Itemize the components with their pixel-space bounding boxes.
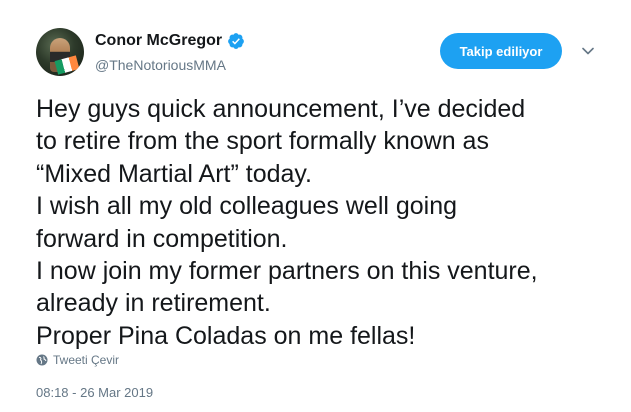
following-button[interactable]: Takip ediliyor xyxy=(440,33,562,69)
tweet-text: Hey guys quick announcement, I’ve decide… xyxy=(36,93,621,352)
tweet-text-line: I wish all my old colleagues well going xyxy=(36,192,458,221)
tweet-text-line: to retire from the sport formally known … xyxy=(36,127,489,156)
verified-badge-icon xyxy=(227,32,245,50)
tweet-text-line: I now join my former partners on this ve… xyxy=(36,257,538,286)
author-name[interactable]: Conor McGregor xyxy=(95,32,222,50)
tweet-timestamp[interactable]: 08:18 - 26 Mar 2019 xyxy=(36,385,153,400)
avatar[interactable] xyxy=(36,28,84,76)
chevron-down-icon[interactable] xyxy=(580,44,596,58)
translate-label[interactable]: Tweeti Çevir xyxy=(53,353,119,367)
author-handle[interactable]: @TheNotoriousMMA xyxy=(95,57,226,73)
tweet-text-line: forward in competition. xyxy=(36,224,288,253)
translate-tweet-link[interactable]: Tweeti Çevir xyxy=(36,353,119,367)
author-name-row[interactable]: Conor McGregor xyxy=(95,32,245,50)
tweet-text-line: Proper Pina Coladas on me fellas! xyxy=(36,321,416,350)
tweet-text-line: already in retirement. xyxy=(36,289,271,318)
tweet-text-line: Hey guys quick announcement, I’ve decide… xyxy=(36,95,526,123)
tweet-text-line: “Mixed Martial Art” today. xyxy=(36,159,313,188)
globe-icon xyxy=(36,354,48,366)
